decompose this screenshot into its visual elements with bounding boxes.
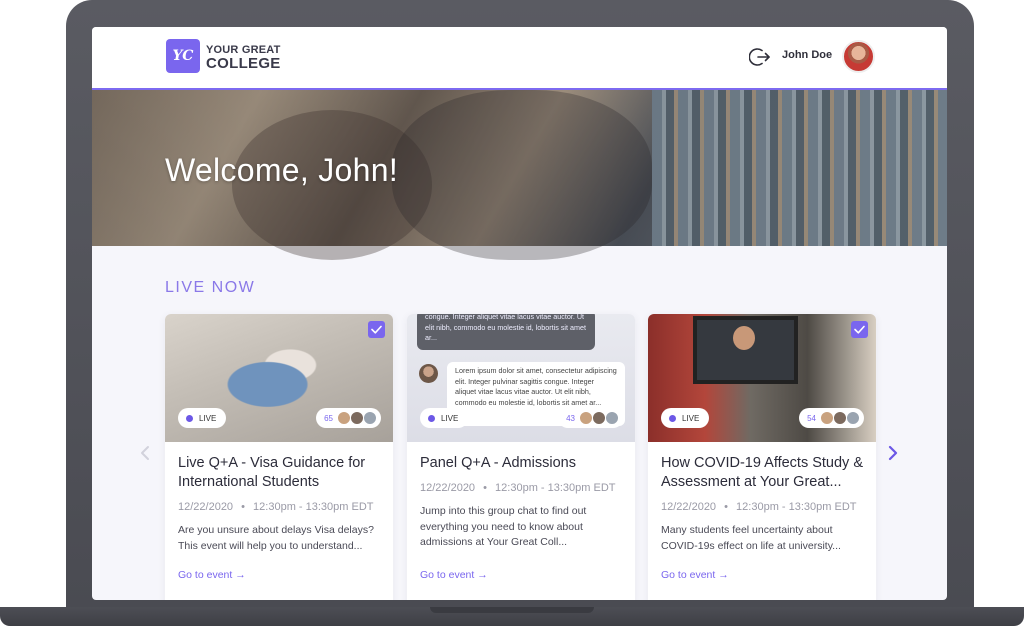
event-title[interactable]: Live Q+A - Visa Guidance for Internation… <box>178 454 383 492</box>
event-image: LIVE 54 <box>648 314 876 442</box>
event-time: 12:30pm - 13:30pm EDT <box>736 501 857 513</box>
hero-photo-bookshelf <box>652 90 947 246</box>
viewer-avatar <box>579 411 593 425</box>
viewer-avatar <box>833 411 847 425</box>
event-description: Many students feel uncertainty about COV… <box>661 524 841 552</box>
top-header: YC YOUR GREAT COLLEGE John Doe <box>92 27 947 91</box>
chat-avatar <box>419 364 438 383</box>
viewer-count: 54 <box>807 413 816 423</box>
viewers-badge[interactable]: 43 <box>558 408 623 428</box>
logout-icon[interactable] <box>749 46 771 68</box>
meta-separator: • <box>483 482 487 494</box>
event-time: 12:30pm - 13:30pm EDT <box>495 482 616 494</box>
live-label: LIVE <box>441 413 459 423</box>
user-name[interactable]: John Doe <box>782 49 832 61</box>
event-card[interactable]: LIVE 54 How COVID-19 Affects Study & Ass… <box>648 314 876 600</box>
live-label: LIVE <box>199 413 217 423</box>
viewer-avatar <box>605 411 619 425</box>
hero-photo-figure <box>392 90 652 260</box>
chat-message: congue. Integer aliquet vitae lacus vita… <box>417 314 595 350</box>
live-dot-icon <box>186 414 193 422</box>
video-call-face-graphic <box>733 326 755 350</box>
viewers-badge[interactable]: 54 <box>799 408 864 428</box>
viewer-count: 65 <box>324 413 333 423</box>
go-to-event-link[interactable]: Go to event → <box>661 569 729 581</box>
carousel-next-icon[interactable] <box>885 445 901 461</box>
welcome-hero: Welcome, John! <box>92 90 947 260</box>
viewer-avatar <box>820 411 834 425</box>
checkmark-icon[interactable] <box>851 321 868 338</box>
meta-separator: • <box>724 501 728 513</box>
carousel-prev-icon[interactable] <box>137 445 153 461</box>
live-badge: LIVE <box>420 408 469 428</box>
event-time: 12:30pm - 13:30pm EDT <box>253 501 374 513</box>
event-title[interactable]: Panel Q+A - Admissions <box>420 454 625 473</box>
viewer-avatar <box>592 411 606 425</box>
go-to-event-link[interactable]: Go to event → <box>420 569 488 581</box>
laptop-base <box>0 607 1024 626</box>
event-title[interactable]: How COVID-19 Affects Study & Assessment … <box>661 454 866 492</box>
event-datetime: 12/22/2020 • 12:30pm - 13:30pm EDT <box>178 501 374 513</box>
event-date: 12/22/2020 <box>420 482 476 494</box>
event-date: 12/22/2020 <box>178 501 234 513</box>
viewer-avatar <box>846 411 860 425</box>
live-now-heading: LIVE NOW <box>165 279 256 296</box>
go-to-event-link[interactable]: Go to event → <box>178 569 246 581</box>
event-card[interactable]: LIVE 65 Live Q+A - Visa Guidance for Int… <box>165 314 393 600</box>
event-card[interactable]: congue. Integer aliquet vitae lacus vita… <box>407 314 635 600</box>
viewer-avatar <box>350 411 364 425</box>
college-logo-badge[interactable]: YC <box>166 39 200 73</box>
app-screen: YC YOUR GREAT COLLEGE John Doe Welcome, … <box>92 27 947 600</box>
live-badge: LIVE <box>178 408 227 428</box>
event-datetime: 12/22/2020 • 12:30pm - 13:30pm EDT <box>661 501 857 513</box>
live-dot-icon <box>428 414 435 422</box>
laptop-notch <box>430 607 594 613</box>
viewer-avatar <box>337 411 351 425</box>
event-date: 12/22/2020 <box>661 501 717 513</box>
live-dot-icon <box>669 414 676 422</box>
viewer-count: 43 <box>566 413 575 423</box>
logo-text-line2: COLLEGE <box>206 55 281 72</box>
welcome-title: Welcome, John! <box>165 152 399 188</box>
live-label: LIVE <box>682 413 700 423</box>
checkmark-icon[interactable] <box>368 321 385 338</box>
viewers-badge[interactable]: 65 <box>316 408 381 428</box>
user-avatar[interactable] <box>842 40 875 73</box>
viewer-avatar <box>363 411 377 425</box>
event-datetime: 12/22/2020 • 12:30pm - 13:30pm EDT <box>420 482 616 494</box>
live-badge: LIVE <box>661 408 710 428</box>
event-description: Are you unsure about delays Visa delays?… <box>178 524 374 552</box>
meta-separator: • <box>241 501 245 513</box>
event-image: LIVE 65 <box>165 314 393 442</box>
event-description: Jump into this group chat to find out ev… <box>420 505 587 548</box>
event-image: congue. Integer aliquet vitae lacus vita… <box>407 314 635 442</box>
